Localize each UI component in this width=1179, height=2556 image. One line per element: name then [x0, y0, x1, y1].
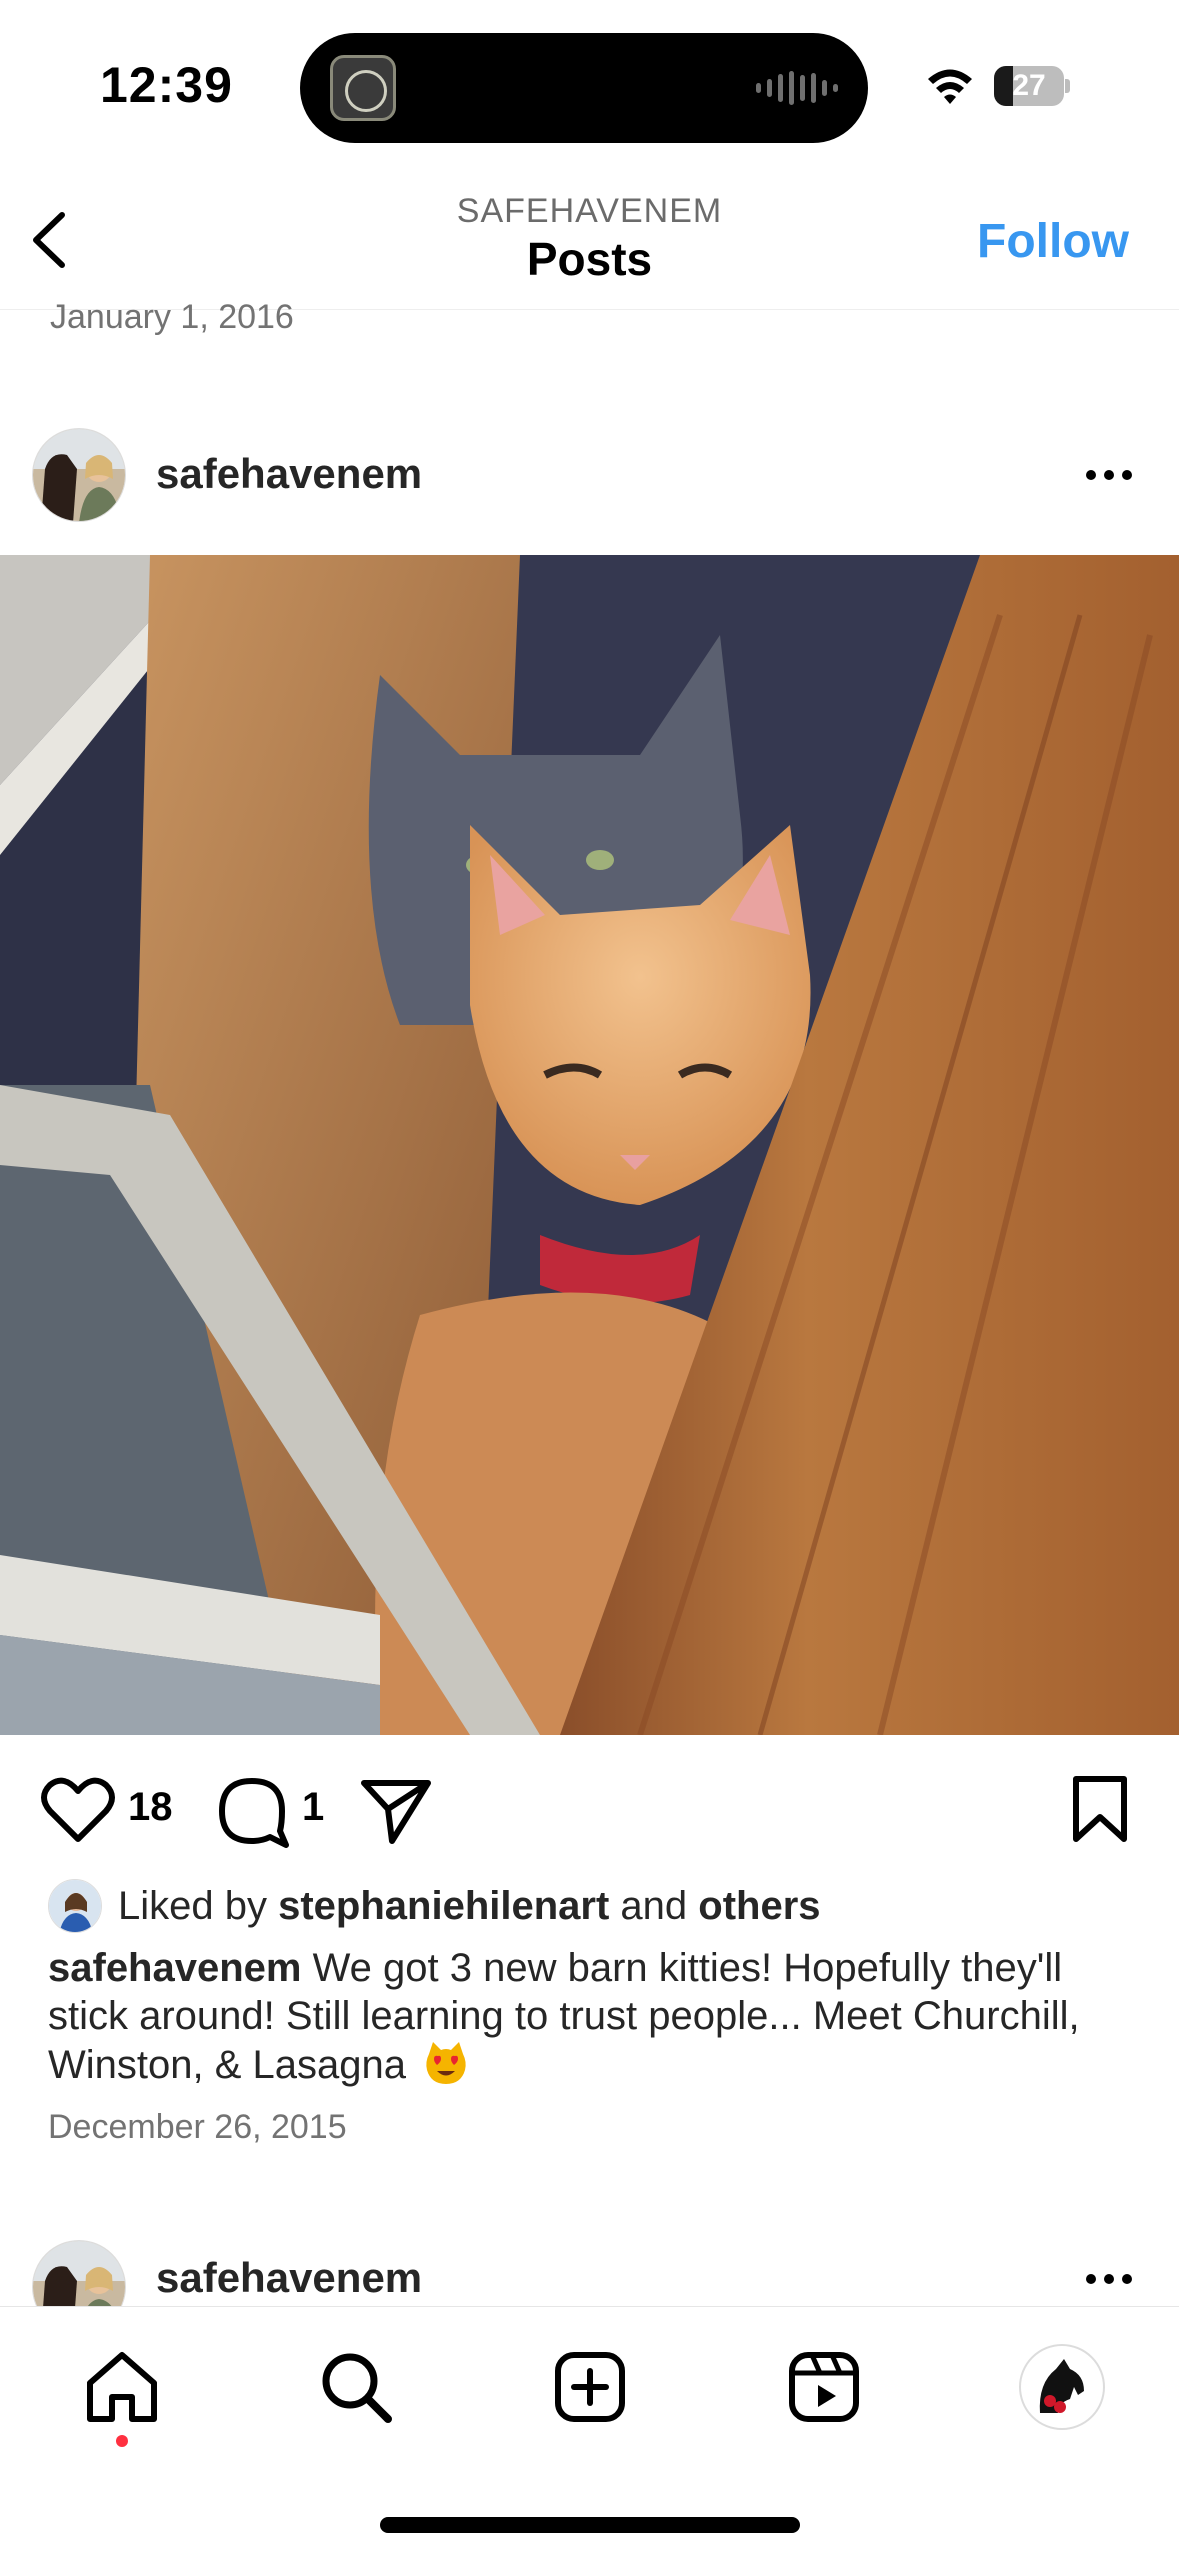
- post-username[interactable]: safehavenem: [156, 450, 422, 498]
- liked-by-and: and: [609, 1883, 699, 1928]
- heart-eyes-cat-emoji-icon: [426, 2042, 466, 2084]
- live-activity-app-icon: [330, 55, 396, 121]
- next-post-username[interactable]: safehavenem: [156, 2254, 422, 2302]
- post-date: December 26, 2015: [48, 2108, 347, 2146]
- liked-by-row[interactable]: Liked by stephaniehilenart and others: [48, 1878, 821, 1934]
- status-time: 12:39: [100, 57, 233, 113]
- more-options-icon[interactable]: [1079, 460, 1139, 490]
- status-bar: 12:39 27: [0, 0, 1179, 170]
- liked-by-prefix: Liked by: [118, 1883, 279, 1928]
- nav-header: SAFEHAVENEM Posts Follow: [0, 170, 1179, 310]
- bookmark-icon[interactable]: [1070, 1773, 1130, 1845]
- wifi-icon: [928, 69, 972, 104]
- follow-button[interactable]: Follow: [977, 214, 1129, 269]
- caption-username[interactable]: safehavenem: [48, 1946, 301, 1990]
- battery-percent: 27: [1012, 69, 1046, 102]
- avatar[interactable]: [32, 428, 126, 522]
- tab-bar: [0, 2306, 1179, 2556]
- comment-icon[interactable]: [216, 1775, 292, 1849]
- battery-indicator: 27: [994, 66, 1070, 106]
- search-icon[interactable]: [316, 2347, 396, 2427]
- comments-count[interactable]: 1: [302, 1785, 324, 1830]
- dynamic-island: [300, 33, 868, 143]
- liked-by-others[interactable]: others: [698, 1884, 820, 1929]
- profile-avatar[interactable]: [1018, 2343, 1106, 2431]
- likes-count[interactable]: 18: [128, 1785, 173, 1830]
- previous-post-date: January 1, 2016: [50, 298, 294, 336]
- post-header: safehavenem: [0, 420, 1179, 530]
- notification-dot: [116, 2435, 128, 2447]
- post-photo[interactable]: [0, 555, 1179, 1735]
- create-icon[interactable]: [550, 2347, 630, 2427]
- liker-avatar: [48, 1879, 102, 1933]
- next-post-header: safehavenem: [0, 2228, 1179, 2308]
- avatar[interactable]: [32, 2240, 126, 2308]
- home-icon[interactable]: [82, 2347, 162, 2427]
- home-indicator: [380, 2517, 800, 2533]
- more-options-icon[interactable]: [1079, 2264, 1139, 2294]
- post-caption: safehavenem We got 3 new barn kitties! H…: [48, 1944, 1148, 2089]
- liked-by-user[interactable]: stephaniehilenart: [278, 1884, 609, 1929]
- audio-waveform-icon: [756, 71, 838, 105]
- share-icon[interactable]: [358, 1775, 434, 1845]
- post-actions: 18 1: [0, 1765, 1179, 1865]
- heart-icon[interactable]: [40, 1775, 116, 1845]
- reels-icon[interactable]: [784, 2347, 864, 2427]
